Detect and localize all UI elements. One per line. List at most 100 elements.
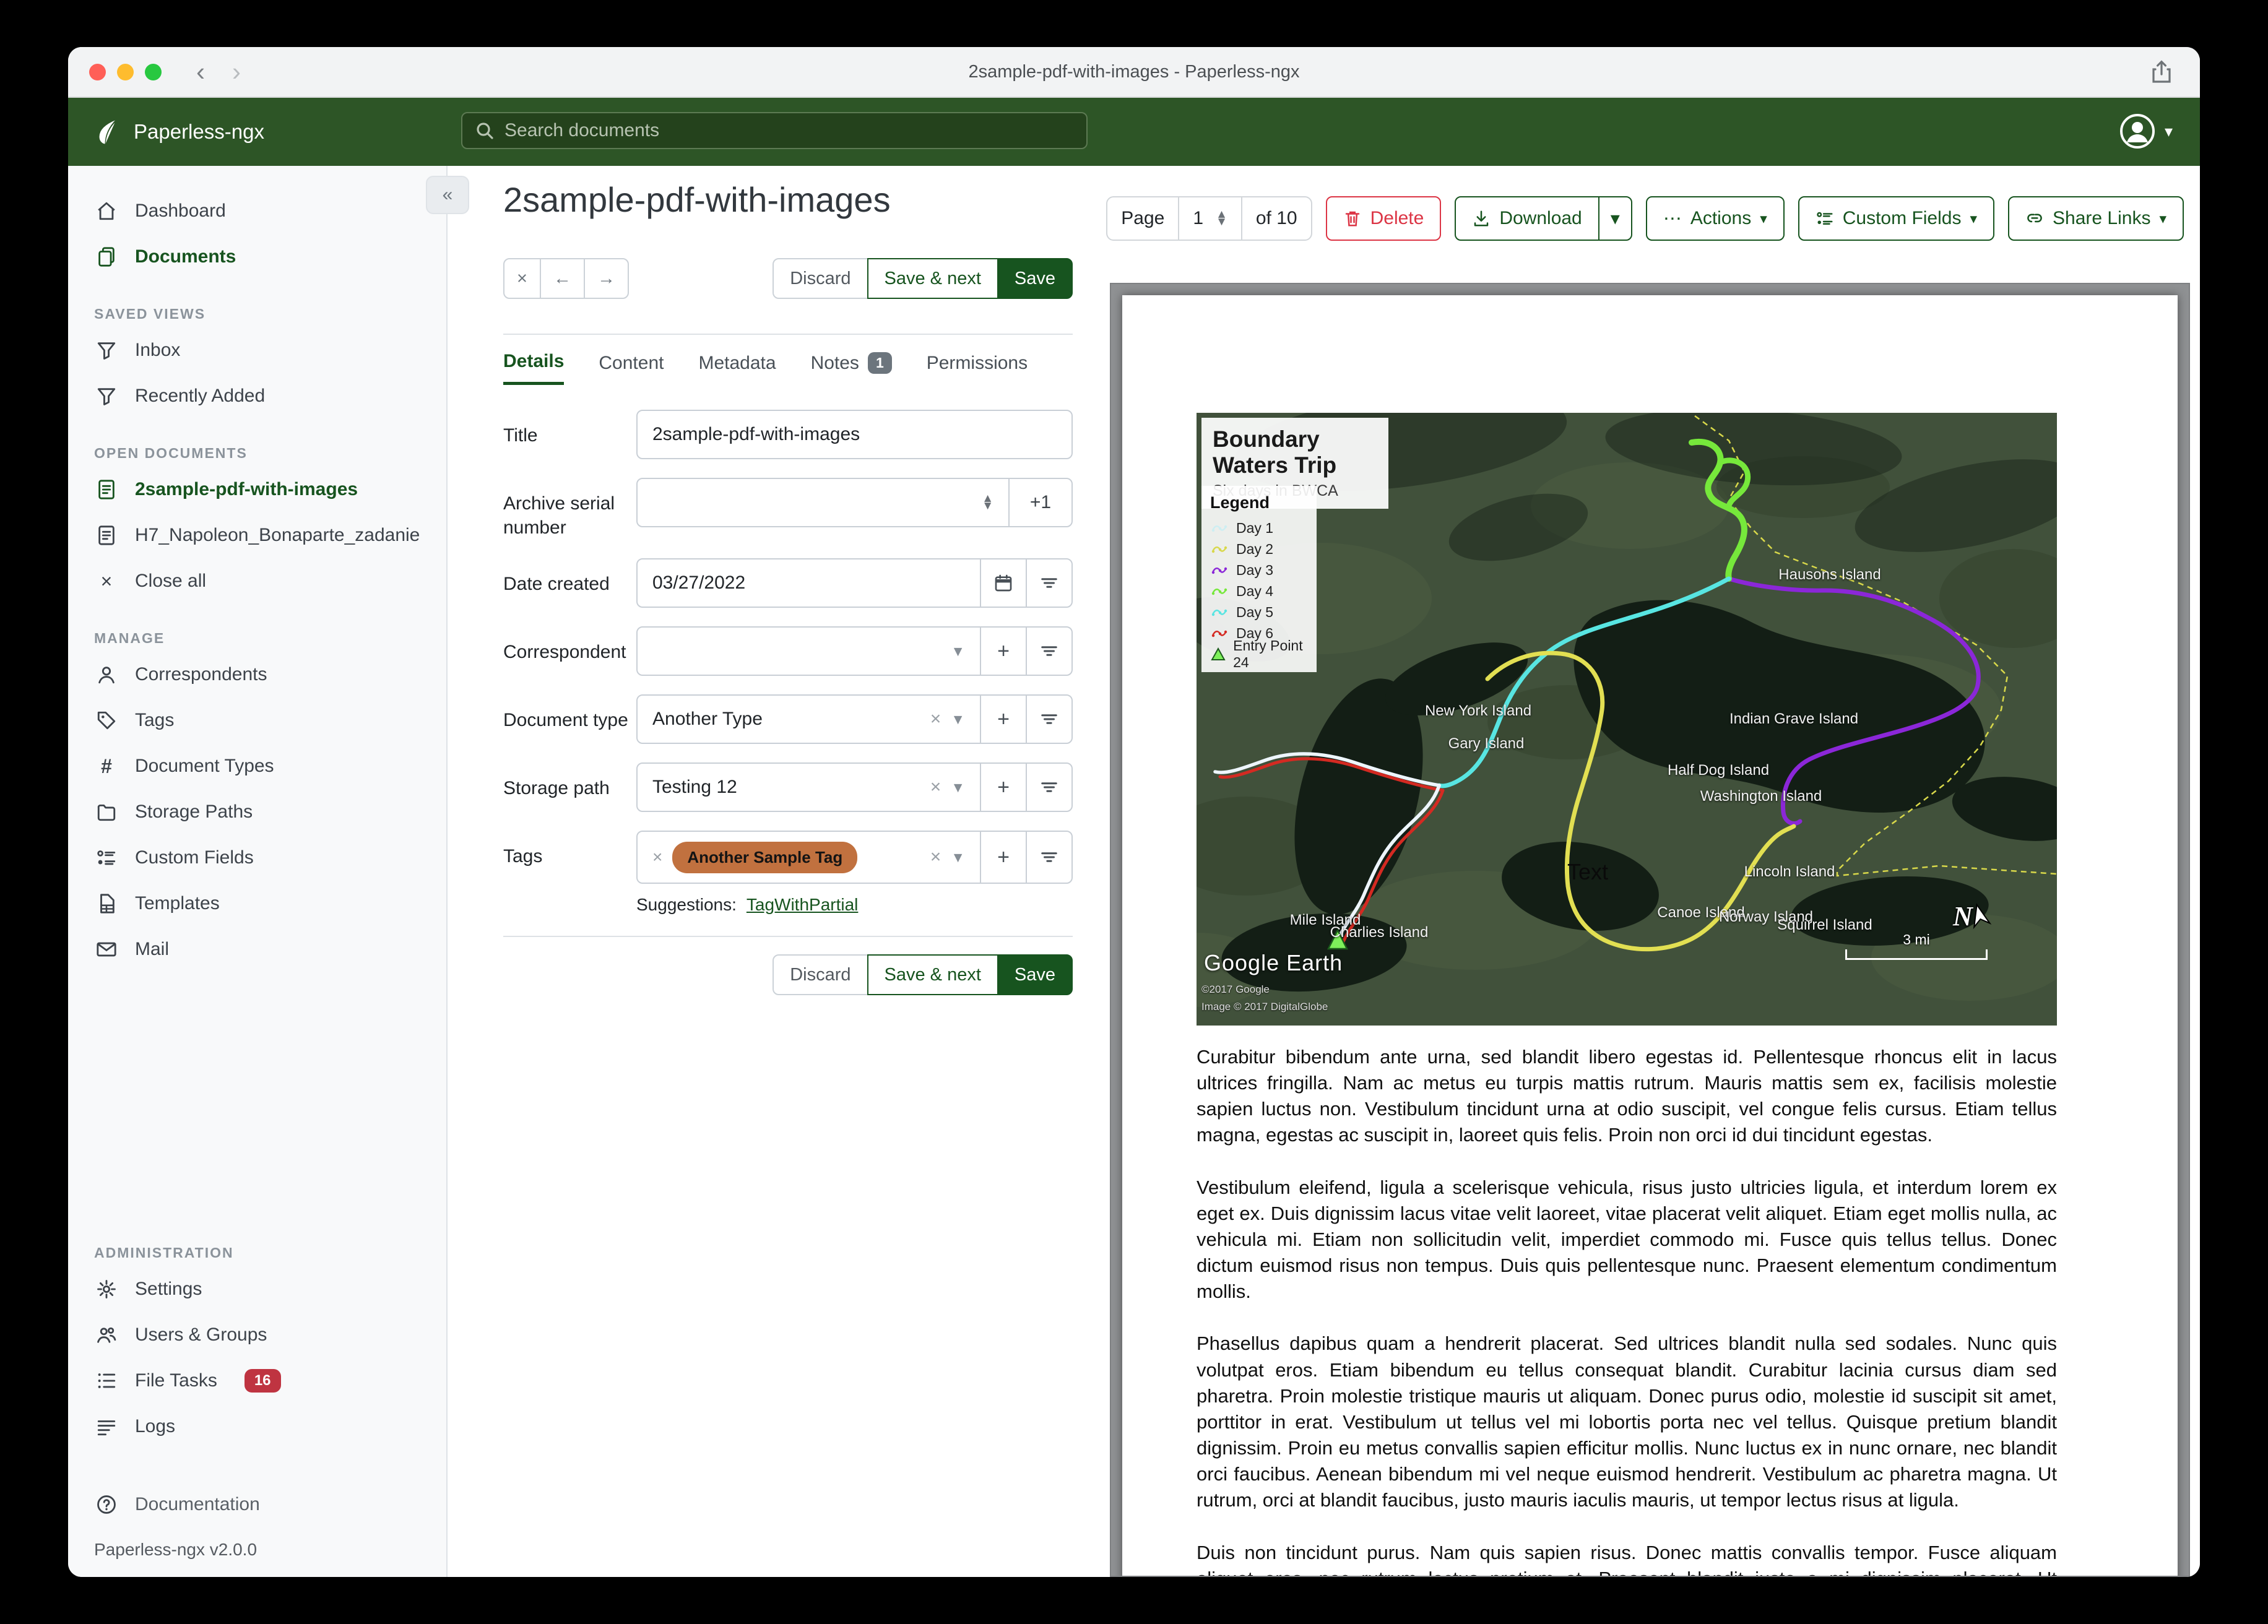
storage-path-filter-button[interactable] (1026, 764, 1071, 811)
share-links-button[interactable]: Share Links ▾ (2008, 196, 2184, 241)
legend-item-entry-point: Entry Point 24 (1210, 637, 1308, 670)
legend-item: Day 1 (1210, 517, 1308, 538)
save-next-button-bottom[interactable]: Save & next (867, 954, 998, 995)
download-button[interactable]: Download (1455, 196, 1599, 241)
calendar-button[interactable] (980, 559, 1026, 607)
tags-select[interactable]: × Another Sample Tag × ▼ + (636, 831, 1073, 884)
page-number-input[interactable]: 1 ▲ ▼ (1178, 197, 1241, 240)
correspondent-select[interactable]: ▼ + (636, 626, 1073, 676)
save-button[interactable]: Save (997, 258, 1073, 299)
save-next-button[interactable]: Save & next (867, 258, 998, 299)
sidebar-open-doc-current[interactable]: 2sample-pdf-with-images (68, 467, 446, 512)
sidebar-item-mail[interactable]: Mail (68, 926, 446, 972)
sidebar-item-users-groups[interactable]: Users & Groups (68, 1312, 446, 1358)
sidebar-item-correspondents[interactable]: Correspondents (68, 652, 446, 698)
document-tabs: Details Content Metadata Notes 1 Permissi… (503, 351, 1073, 385)
chevron-down-icon[interactable]: ▼ (951, 779, 965, 796)
correspondent-filter-button[interactable] (1026, 628, 1071, 675)
sidebar-item-tags[interactable]: Tags (68, 698, 446, 743)
close-document-button[interactable]: × (503, 258, 541, 299)
share-icon[interactable] (2150, 59, 2173, 84)
search-input[interactable]: Search documents (461, 112, 1088, 149)
user-avatar-icon (2119, 113, 2156, 150)
sidebar-footer: Documentation Paperless-ngx v2.0.0 (68, 1482, 446, 1577)
tab-content[interactable]: Content (599, 351, 664, 385)
sidebar-item-logs[interactable]: Logs (68, 1404, 446, 1449)
paperless-leaf-logo-icon (94, 117, 121, 147)
date-created-input[interactable]: 03/27/2022 (636, 558, 1073, 608)
clear-doctype-icon[interactable]: × (930, 709, 941, 730)
storage-path-select[interactable]: Testing 12 × ▼ + (636, 762, 1073, 812)
map-title: Boundary Waters Trip (1213, 426, 1337, 478)
sidebar-item-settings[interactable]: Settings (68, 1266, 446, 1312)
tag-chip[interactable]: Another Sample Tag (672, 841, 858, 873)
sidebar-item-document-types[interactable]: # Document Types (68, 743, 446, 789)
sidebar-item-file-tasks[interactable]: File Tasks 16 (68, 1358, 446, 1404)
tags-filter-button[interactable] (1026, 832, 1071, 883)
clear-tags-icon[interactable]: × (930, 847, 941, 868)
chevron-down-icon[interactable]: ▼ (951, 849, 965, 866)
user-menu[interactable]: ▾ (2119, 113, 2173, 150)
chevron-down-icon[interactable]: ▼ (951, 711, 965, 728)
tab-permissions[interactable]: Permissions (927, 351, 1028, 385)
sidebar-close-all[interactable]: × Close all (68, 558, 446, 604)
download-options-button[interactable]: ▾ (1598, 196, 1632, 241)
add-doctype-button[interactable]: + (980, 696, 1026, 743)
add-correspondent-button[interactable]: + (980, 628, 1026, 675)
sidebar: Dashboard Documents SAVED VIEWS Inbox Re (68, 166, 448, 1577)
sidebar-open-doc-2[interactable]: H7_Napoleon_Bonaparte_zadanie (68, 512, 446, 558)
add-tag-button[interactable]: + (980, 832, 1026, 883)
page-stepper[interactable]: ▲ ▼ (1216, 209, 1227, 227)
sidebar-collapse-button[interactable]: « (426, 176, 469, 214)
actions-button[interactable]: ⋯ Actions ▾ (1645, 196, 1785, 241)
next-document-button[interactable]: → (583, 258, 629, 299)
tab-metadata[interactable]: Metadata (698, 351, 776, 385)
add-storage-path-button[interactable]: + (980, 764, 1026, 811)
discard-button[interactable]: Discard (773, 258, 868, 299)
map-text-annotation: Text (1567, 859, 1609, 884)
sidebar-item-custom-fields[interactable]: Custom Fields (68, 835, 446, 881)
sidebar-item-storage-paths[interactable]: Storage Paths (68, 789, 446, 835)
sidebar-item-documentation[interactable]: Documentation (68, 1482, 446, 1527)
app-version: Paperless-ngx v2.0.0 (94, 1540, 258, 1559)
tab-details[interactable]: Details (503, 351, 565, 385)
sidebar-item-inbox[interactable]: Inbox (68, 327, 446, 373)
map-scale-bar: 3 mi (1845, 931, 1988, 960)
map-credit: Image © 2017 DigitalGlobe (1201, 1001, 1328, 1013)
document-edit-form: × ← → Discard Save & next Save Details C… (503, 258, 1073, 995)
sidebar-item-dashboard[interactable]: Dashboard (68, 188, 446, 234)
custom-fields-button[interactable]: Custom Fields ▾ (1798, 196, 1995, 241)
island-label: Hausons Island (1778, 566, 1881, 583)
remove-tag-icon[interactable]: × (652, 847, 662, 867)
gear-icon (94, 1279, 119, 1300)
legend-item: Day 3 (1210, 559, 1308, 581)
doctype-filter-button[interactable] (1026, 696, 1071, 743)
download-split-button: Download ▾ (1455, 196, 1632, 241)
delete-button[interactable]: Delete (1325, 196, 1442, 241)
chevron-down-icon[interactable]: ▼ (951, 643, 965, 660)
divider (503, 334, 1073, 335)
save-button-bottom[interactable]: Save (997, 954, 1073, 995)
sidebar-item-templates[interactable]: Templates (68, 881, 446, 926)
doctype-select[interactable]: Another Type × ▼ + (636, 694, 1073, 744)
asn-plus-one-button[interactable]: +1 (1008, 479, 1071, 526)
brand[interactable]: Paperless-ngx (94, 117, 264, 147)
sidebar-item-documents[interactable]: Documents (68, 234, 446, 280)
asn-input[interactable]: ▲ ▼ +1 (636, 478, 1073, 527)
discard-button-bottom[interactable]: Discard (773, 954, 868, 995)
doc-nav-group: × ← → (503, 258, 629, 299)
pdf-preview-pane[interactable]: Boundary Waters Trip Six days in BWCA Le… (1110, 283, 2190, 1577)
asn-stepper[interactable]: ▲ ▼ (982, 493, 993, 511)
title-input[interactable]: 2sample-pdf-with-images (636, 410, 1073, 459)
sidebar-item-recently-added[interactable]: Recently Added (68, 373, 446, 419)
person-icon (94, 664, 119, 685)
hash-icon: # (101, 754, 112, 777)
save-group-bottom: Discard Save & next Save (773, 954, 1073, 995)
date-filter-button[interactable] (1026, 559, 1071, 607)
tab-notes[interactable]: Notes 1 (811, 351, 892, 385)
suggestion-link-tagwithpartial[interactable]: TagWithPartial (747, 895, 859, 915)
file-text-icon (94, 525, 119, 546)
tags-label: Tags (503, 846, 543, 866)
clear-storage-path-icon[interactable]: × (930, 777, 941, 798)
previous-document-button[interactable]: ← (539, 258, 585, 299)
